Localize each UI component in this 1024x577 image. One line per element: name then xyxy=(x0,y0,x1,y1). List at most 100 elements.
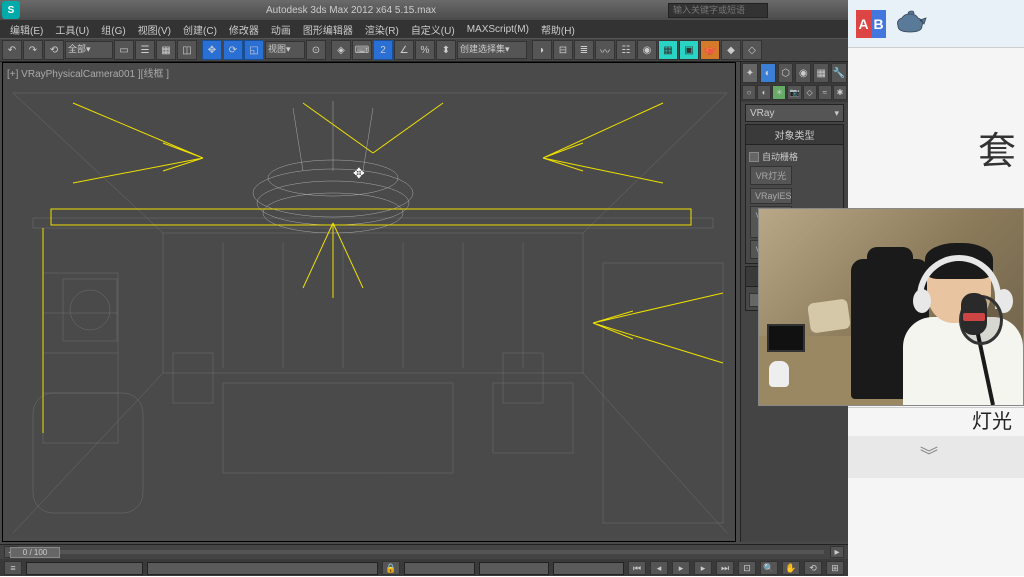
snap-angle-icon[interactable]: ∠ xyxy=(394,40,414,60)
extra-tool-2-icon[interactable]: ◇ xyxy=(742,40,762,60)
menu-edit[interactable]: 编辑(E) xyxy=(4,22,49,37)
menu-help[interactable]: 帮助(H) xyxy=(535,22,581,37)
pivot-icon[interactable]: ⊙ xyxy=(306,40,326,60)
snap-percent-icon[interactable]: % xyxy=(415,40,435,60)
menu-rendering[interactable]: 渲染(R) xyxy=(359,22,405,37)
sub-cameras-icon[interactable]: 📷 xyxy=(787,85,801,100)
chevron-down-icon[interactable]: ︾ xyxy=(920,442,934,468)
menu-create[interactable]: 创建(C) xyxy=(177,22,223,37)
sub-spacewarps-icon[interactable]: ≈ xyxy=(818,85,832,100)
material-editor-icon[interactable]: ◉ xyxy=(637,40,657,60)
menu-customize[interactable]: 自定义(U) xyxy=(405,22,461,37)
timeline: ◂ 0 / 100 ▸ ≡ 🔒 ⏮ ◂ ▸ ▸ ⏭ ⊡ 🔍 ✋ ⟲ ⊞ xyxy=(0,544,848,576)
rollout-object-type-header[interactable]: 对象类型 xyxy=(745,124,844,145)
menu-views[interactable]: 视图(V) xyxy=(132,22,177,37)
viewport-label[interactable]: [+] VRayPhysicalCamera001 ][线框 ] xyxy=(7,65,169,80)
render-frame-icon[interactable]: ▣ xyxy=(679,40,699,60)
app-icon[interactable]: S xyxy=(2,1,20,19)
play-next-icon[interactable]: ▸ xyxy=(694,561,712,575)
sub-geometry-icon[interactable]: ○ xyxy=(742,85,756,100)
vrayies-button[interactable]: VRayIES xyxy=(750,188,792,204)
coord-x-input[interactable] xyxy=(404,562,475,575)
sub-systems-icon[interactable]: ✱ xyxy=(833,85,847,100)
tab-hierarchy-icon[interactable]: ⬡ xyxy=(778,63,794,83)
mirror-icon[interactable]: ◗ xyxy=(532,40,552,60)
refcoord-dropdown[interactable]: 视图▾ xyxy=(265,41,305,59)
create-subtabs: ○ ◐ ☀ 📷 ◇ ≈ ✱ xyxy=(741,84,848,102)
status-prompt-input[interactable] xyxy=(26,562,143,575)
renderer-dropdown[interactable]: VRay▾ xyxy=(745,104,844,122)
tab-motion-icon[interactable]: ◉ xyxy=(795,63,811,83)
sub-lights-icon[interactable]: ☀ xyxy=(772,85,786,100)
timeline-next-icon[interactable]: ▸ xyxy=(830,546,844,558)
maximize-viewport-icon[interactable]: ⊞ xyxy=(826,561,844,575)
play-prev-icon[interactable]: ◂ xyxy=(650,561,668,575)
move-icon[interactable]: ✥ xyxy=(202,40,222,60)
rotate-icon[interactable]: ⟳ xyxy=(223,40,243,60)
time-slider[interactable]: ◂ 0 / 100 ▸ xyxy=(0,545,848,559)
tab-create-icon[interactable]: ✦ xyxy=(742,63,758,83)
play-start-icon[interactable]: ⏮ xyxy=(628,561,646,575)
tab-modify-icon[interactable]: ◐ xyxy=(760,63,776,83)
menu-grapheditors[interactable]: 图形编辑器 xyxy=(297,22,359,37)
viewport-canvas[interactable]: ✥ xyxy=(3,63,735,541)
sub-helpers-icon[interactable]: ◇ xyxy=(803,85,817,100)
autogrid-checkbox[interactable]: 自动栅格 xyxy=(749,148,840,165)
layers-icon[interactable]: ≣ xyxy=(574,40,594,60)
sub-shapes-icon[interactable]: ◐ xyxy=(757,85,771,100)
menu-tools[interactable]: 工具(U) xyxy=(49,22,95,37)
pan-icon[interactable]: ✋ xyxy=(782,561,800,575)
link-icon[interactable]: ⟲ xyxy=(44,40,64,60)
curve-editor-icon[interactable]: 〰 xyxy=(595,40,615,60)
window-title: Autodesk 3ds Max 2012 x64 5.15.max xyxy=(34,5,668,16)
redo-icon[interactable]: ↷ xyxy=(23,40,43,60)
vraylight-button[interactable]: VR灯光 xyxy=(750,166,792,185)
tab-utilities-icon[interactable]: 🔧 xyxy=(831,63,847,83)
search-input[interactable] xyxy=(668,3,768,18)
teapot-icon[interactable] xyxy=(892,10,928,38)
render-setup-icon[interactable]: ▦ xyxy=(658,40,678,60)
selection-filter-dropdown[interactable]: 全部▾ xyxy=(65,41,113,59)
tutorial-heading-fragment: 套 xyxy=(978,120,1016,175)
keyboard-icon[interactable]: ⌨ xyxy=(352,40,372,60)
window-crossing-icon[interactable]: ◫ xyxy=(177,40,197,60)
named-selection-dropdown[interactable]: 创建选择集▾ xyxy=(457,41,527,59)
spinner-icon[interactable]: ⬍ xyxy=(436,40,456,60)
schematic-icon[interactable]: ☷ xyxy=(616,40,636,60)
coord-z-input[interactable] xyxy=(553,562,624,575)
tutorial-section-label: 灯光 xyxy=(972,405,1012,434)
ab-compare-icon[interactable]: A B xyxy=(856,10,886,38)
time-slider-handle[interactable]: 0 / 100 xyxy=(10,547,60,558)
align-icon[interactable]: ⊟ xyxy=(553,40,573,60)
undo-icon[interactable]: ↶ xyxy=(2,40,22,60)
3dsmax-window: S Autodesk 3ds Max 2012 x64 5.15.max 编辑(… xyxy=(0,0,848,576)
select-icon[interactable]: ▭ xyxy=(114,40,134,60)
play-end-icon[interactable]: ⏭ xyxy=(716,561,734,575)
tab-display-icon[interactable]: ▦ xyxy=(813,63,829,83)
kettle-shape xyxy=(769,361,789,387)
menu-group[interactable]: 组(G) xyxy=(95,22,131,37)
extra-tool-1-icon[interactable]: ◆ xyxy=(721,40,741,60)
play-icon[interactable]: ▸ xyxy=(672,561,690,575)
tutorial-icon-row: A B xyxy=(848,0,1024,48)
maxscript-input[interactable] xyxy=(147,562,378,575)
menu-modifiers[interactable]: 修改器 xyxy=(223,22,265,37)
zoom-icon[interactable]: 🔍 xyxy=(760,561,778,575)
snap-2d-icon[interactable]: 2 xyxy=(373,40,393,60)
select-region-icon[interactable]: ▦ xyxy=(156,40,176,60)
render-icon[interactable]: 🫖 xyxy=(700,40,720,60)
zoom-extents-icon[interactable]: ⊡ xyxy=(738,561,756,575)
menu-maxscript[interactable]: MAXScript(M) xyxy=(461,24,535,35)
script-listener-icon[interactable]: ≡ xyxy=(4,561,22,575)
select-name-icon[interactable]: ☰ xyxy=(135,40,155,60)
menu-animation[interactable]: 动画 xyxy=(265,22,297,37)
scale-icon[interactable]: ◱ xyxy=(244,40,264,60)
orbit-icon[interactable]: ⟲ xyxy=(804,561,822,575)
status-bar: ≡ 🔒 ⏮ ◂ ▸ ▸ ⏭ ⊡ 🔍 ✋ ⟲ ⊞ xyxy=(0,559,848,577)
webcam-overlay xyxy=(758,208,1024,406)
tutorial-section-band xyxy=(848,436,1024,478)
coord-y-input[interactable] xyxy=(479,562,550,575)
lock-icon[interactable]: 🔒 xyxy=(382,561,400,575)
viewport[interactable]: [+] VRayPhysicalCamera001 ][线框 ] xyxy=(2,62,736,542)
manip-icon[interactable]: ◈ xyxy=(331,40,351,60)
